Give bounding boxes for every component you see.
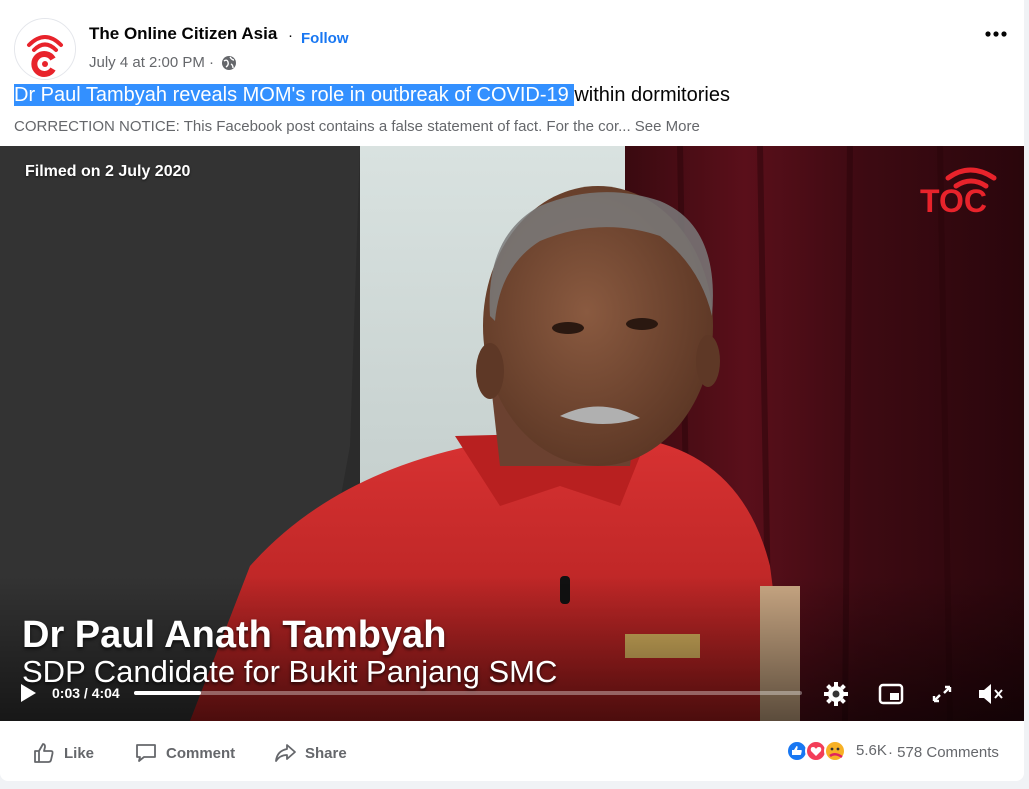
care-reaction-icon	[824, 740, 846, 762]
comments-count-link[interactable]: · 578 Comments	[888, 744, 999, 761]
share-label: Share	[305, 744, 347, 762]
post-timestamp[interactable]: July 4 at 2:00 PM ·	[89, 54, 214, 71]
comments-count-text: 578 Comments	[897, 744, 999, 761]
post-title-rest: within dormitories	[574, 84, 730, 106]
lower-third-name: Dr Paul Anath Tambyah	[22, 614, 447, 656]
correction-notice-text: CORRECTION NOTICE: This Facebook post co…	[14, 118, 631, 135]
post-title-highlighted: Dr Paul Tambyah reveals MOM's role in ou…	[14, 84, 575, 106]
correction-notice: CORRECTION NOTICE: This Facebook post co…	[14, 118, 700, 135]
picture-in-picture-button[interactable]	[877, 680, 905, 713]
filmed-date-label: Filmed on 2 July 2020	[25, 163, 191, 180]
fullscreen-button[interactable]	[929, 680, 955, 713]
video-progress-fill	[134, 691, 201, 695]
thumbs-up-icon	[34, 743, 54, 763]
comment-button[interactable]: Comment	[134, 740, 235, 766]
mute-button[interactable]	[976, 680, 1006, 713]
picture-in-picture-icon	[878, 683, 904, 705]
like-label: Like	[64, 744, 95, 762]
share-button[interactable]: Share	[273, 740, 347, 766]
comment-icon	[136, 744, 156, 762]
play-icon	[21, 684, 36, 702]
page-name-link[interactable]: The Online Citizen Asia	[89, 24, 277, 44]
video-progress-bar[interactable]	[134, 691, 802, 695]
fullscreen-icon	[932, 685, 952, 703]
header-separator: ·	[288, 27, 293, 44]
more-options-button[interactable]	[982, 24, 1010, 44]
see-more-link[interactable]: See More	[635, 118, 700, 135]
page-avatar[interactable]	[14, 18, 76, 80]
reaction-count[interactable]: 5.6K	[856, 742, 887, 759]
more-horizontal-icon	[985, 31, 1007, 37]
toc-logo-text: TOC	[920, 183, 987, 218]
toc-logo-icon: TOC	[920, 167, 997, 218]
share-icon	[275, 744, 296, 762]
reaction-icons[interactable]	[786, 738, 856, 769]
toc-avatar-logo-icon	[15, 19, 75, 79]
follow-button[interactable]: Follow	[301, 30, 349, 47]
like-reaction-icon	[786, 740, 808, 762]
comment-label: Comment	[166, 744, 236, 762]
globe-icon	[221, 55, 237, 76]
post-title: Dr Paul Tambyah reveals MOM's role in ou…	[14, 84, 730, 107]
settings-button[interactable]	[822, 680, 850, 713]
settings-gear-icon	[824, 682, 848, 706]
video-player[interactable]: Filmed on 2 July 2020 TOC Dr Paul Anath …	[0, 146, 1024, 721]
love-reaction-icon	[805, 740, 827, 762]
video-time: 0:03 / 4:04	[52, 685, 120, 701]
engagement-separator: ·	[888, 744, 893, 761]
play-button[interactable]	[18, 682, 38, 709]
like-button[interactable]: Like	[32, 740, 94, 766]
mute-icon	[979, 684, 1003, 704]
post-card: The Online Citizen Asia · Follow July 4 …	[0, 0, 1024, 781]
